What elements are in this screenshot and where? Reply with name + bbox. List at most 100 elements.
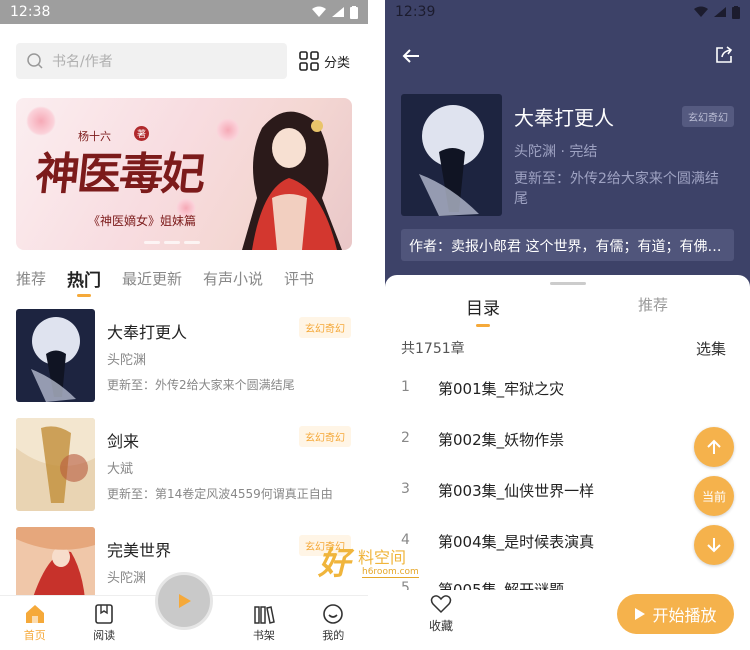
detail-book-title: 大奉打更人 — [514, 106, 614, 130]
signal-icon — [332, 7, 344, 17]
chapter-number: 4 — [401, 532, 410, 548]
nav-read[interactable]: 阅读 — [69, 596, 138, 650]
promo-banner[interactable]: 杨十六 著 神医毒妃 《神医嫡女》姐妹篇 — [16, 98, 352, 250]
search-icon — [27, 53, 43, 69]
chapter-item[interactable]: 2 第002集_妖物作祟 — [401, 430, 701, 454]
banner-character-illustration — [242, 111, 342, 250]
status-bar: 12:38 — [0, 0, 368, 24]
status-time: 12:38 — [10, 4, 51, 20]
book-intro[interactable]: 作者：卖报小郎君 这个世界，有儒；有道；有佛；有妖 — [401, 229, 734, 261]
list-item[interactable]: 剑来 大斌 更新至：第14卷定风波4559何谓真正自由 玄幻奇幻 — [16, 418, 351, 511]
chapter-item[interactable]: 1 第001集_牢狱之灾 — [401, 379, 701, 403]
nav-bookshelf[interactable]: 书架 — [229, 596, 298, 650]
home-screen: 12:38 书名/作者 分类 杨十六 著 神医毒妃 《神医嫡女》姐妹篇 推荐 热… — [0, 0, 368, 650]
nav-bookshelf-label: 书架 — [252, 629, 275, 642]
favorite-button[interactable]: 收藏 — [429, 594, 453, 634]
tab-audio-novels[interactable]: 有声小说 — [203, 268, 263, 289]
petal-decoration — [26, 106, 56, 136]
chapter-number: 2 — [401, 430, 410, 446]
book-detail-screen: 12:39 大奉打更人 玄幻奇幻 头陀渊 · 完结 更新至：外传2给大家来个圆满… — [385, 0, 750, 650]
share-icon[interactable] — [714, 45, 734, 65]
play-button[interactable] — [155, 572, 213, 630]
play-icon — [635, 608, 646, 620]
tab-catalog[interactable]: 目录 — [466, 294, 500, 319]
chapter-item[interactable]: 4 第004集_是时候表演真 — [401, 532, 701, 556]
detail-book-meta: 头陀渊 · 完结 — [514, 144, 598, 160]
screen-divider — [368, 0, 385, 650]
heart-icon — [430, 595, 452, 614]
nav-profile-label: 我的 — [322, 629, 345, 642]
detail-genre-tag: 玄幻奇幻 — [682, 106, 734, 127]
current-chapter-button[interactable]: 当前 — [694, 476, 734, 516]
wifi-icon — [694, 6, 708, 17]
book-title: 完美世界 — [107, 541, 172, 560]
arrow-up-icon — [707, 439, 721, 454]
play-icon — [179, 594, 191, 608]
book-update: 更新至：外传2给大家来个圆满结尾 — [107, 378, 295, 392]
select-episode-button[interactable]: 选集 — [696, 338, 726, 359]
genre-tag: 玄幻奇幻 — [299, 317, 351, 338]
book-title: 剑来 — [107, 432, 140, 451]
category-button[interactable]: 分类 — [299, 51, 350, 71]
nav-profile[interactable]: 我的 — [299, 596, 368, 650]
search-input[interactable]: 书名/作者 — [16, 43, 287, 79]
battery-icon — [732, 5, 740, 19]
sheet-drag-handle[interactable] — [550, 282, 586, 285]
book-icon — [95, 604, 113, 624]
wifi-icon — [312, 6, 326, 17]
book-author: 大斌 — [107, 462, 134, 477]
bookshelf-icon — [254, 606, 275, 624]
nav-home-label: 首页 — [23, 629, 46, 642]
chapter-number: 1 — [401, 379, 410, 395]
chapter-title: 第001集_牢狱之灾 — [438, 380, 565, 398]
carousel-indicator — [144, 241, 200, 244]
grid-icon — [299, 51, 319, 71]
scroll-top-button[interactable] — [694, 427, 734, 467]
scroll-bottom-button[interactable] — [694, 525, 734, 565]
nav-read-label: 阅读 — [93, 629, 116, 642]
profile-icon — [323, 604, 344, 624]
tab-recommend[interactable]: 推荐 — [638, 294, 668, 315]
chapter-title: 第002集_妖物作祟 — [438, 431, 565, 449]
tab-recent-updates[interactable]: 最近更新 — [122, 268, 182, 289]
arrow-down-icon — [707, 538, 721, 553]
chapter-number: 3 — [401, 481, 410, 497]
book-cover — [16, 418, 95, 511]
book-cover — [16, 309, 95, 402]
tab-storytelling[interactable]: 评书 — [284, 268, 314, 289]
search-row: 书名/作者 分类 — [0, 43, 368, 79]
signal-icon — [714, 7, 726, 17]
book-author: 头陀渊 — [107, 353, 147, 368]
favorite-label: 收藏 — [429, 619, 454, 633]
home-icon — [25, 605, 44, 623]
detail-book-cover — [401, 94, 502, 216]
status-icons — [312, 5, 358, 19]
start-play-button[interactable]: 开始播放 — [617, 594, 734, 634]
start-play-label: 开始播放 — [652, 606, 717, 625]
status-icons — [694, 5, 740, 19]
banner-subtitle: 《神医嫡女》姐妹篇 — [88, 214, 197, 228]
status-bar: 12:39 — [385, 0, 750, 24]
search-placeholder: 书名/作者 — [52, 54, 113, 70]
category-label: 分类 — [324, 55, 351, 71]
genre-tag: 玄幻奇幻 — [299, 535, 351, 556]
chapter-title: 第003集_仙侠世界一样 — [438, 482, 595, 500]
tab-recommend[interactable]: 推荐 — [16, 268, 46, 289]
status-time: 12:39 — [395, 4, 436, 20]
detail-header: 12:39 大奉打更人 玄幻奇幻 头陀渊 · 完结 更新至：外传2给大家来个圆满… — [385, 0, 750, 290]
list-item[interactable]: 大奉打更人 头陀渊 更新至：外传2给大家来个圆满结尾 玄幻奇幻 — [16, 309, 351, 402]
book-author: 头陀渊 — [107, 571, 147, 586]
tab-hot[interactable]: 热门 — [67, 266, 101, 291]
category-tabs: 推荐 热门 最近更新 有声小说 评书 — [0, 264, 368, 292]
book-title: 大奉打更人 — [107, 323, 188, 342]
detail-book-update: 更新至：外传2给大家来个圆满结尾 — [514, 171, 719, 207]
chapter-count: 共1751章 — [401, 341, 465, 357]
genre-tag: 玄幻奇幻 — [299, 426, 351, 447]
battery-icon — [350, 5, 358, 19]
nav-home[interactable]: 首页 — [0, 596, 69, 650]
banner-title: 神医毒妃 — [32, 149, 207, 200]
book-update: 更新至：第14卷定风波4559何谓真正自由 — [107, 487, 333, 501]
back-arrow-icon[interactable] — [401, 46, 421, 66]
chapter-sheet: 目录 推荐 共1751章 选集 1 第001集_牢狱之灾 2 第002集_妖物作… — [385, 275, 750, 650]
chapter-item[interactable]: 3 第003集_仙侠世界一样 — [401, 481, 701, 505]
